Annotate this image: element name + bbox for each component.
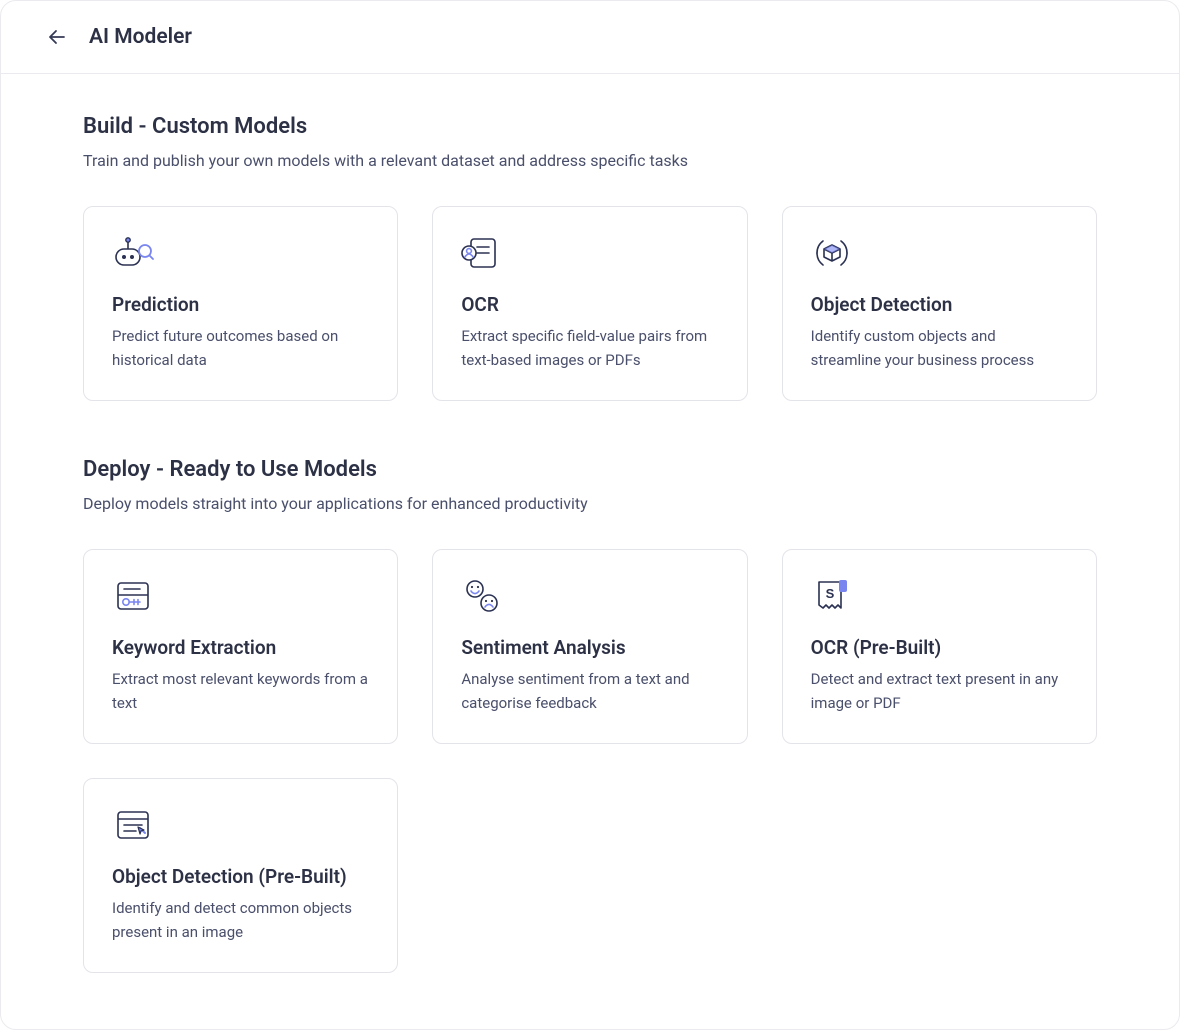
keyword-extraction-icon: [112, 576, 156, 620]
object-detection-icon: [811, 233, 855, 277]
section-build-subtitle: Train and publish your own models with a…: [83, 151, 1097, 170]
card-sentiment-analysis-desc: Analyse sentiment from a text and catego…: [461, 667, 718, 715]
page-container: AI Modeler Build - Custom Models Train a…: [0, 0, 1180, 1030]
section-deploy-title: Deploy - Ready to Use Models: [83, 457, 1097, 482]
prediction-icon: [112, 233, 156, 277]
card-prediction-title: Prediction: [112, 293, 369, 316]
card-prediction[interactable]: Prediction Predict future outcomes based…: [83, 206, 398, 401]
card-keyword-extraction-desc: Extract most relevant keywords from a te…: [112, 667, 369, 715]
arrow-left-icon: [45, 25, 69, 49]
card-object-detection-title: Object Detection: [811, 293, 1068, 316]
card-ocr-prebuilt-desc: Detect and extract text present in any i…: [811, 667, 1068, 715]
card-keyword-extraction[interactable]: Keyword Extraction Extract most relevant…: [83, 549, 398, 744]
card-object-detection-prebuilt-title: Object Detection (Pre-Built): [112, 865, 369, 888]
section-deploy: Deploy - Ready to Use Models Deploy mode…: [83, 457, 1097, 973]
card-prediction-desc: Predict future outcomes based on histori…: [112, 324, 369, 372]
ocr-prebuilt-icon: S: [811, 576, 855, 620]
ocr-icon: [461, 233, 505, 277]
section-build: Build - Custom Models Train and publish …: [83, 114, 1097, 401]
svg-text:S: S: [825, 586, 834, 601]
section-build-title: Build - Custom Models: [83, 114, 1097, 139]
card-object-detection-desc: Identify custom objects and streamline y…: [811, 324, 1068, 372]
card-ocr[interactable]: OCR Extract specific field-value pairs f…: [432, 206, 747, 401]
card-ocr-desc: Extract specific field-value pairs from …: [461, 324, 718, 372]
card-object-detection-prebuilt[interactable]: Object Detection (Pre-Built) Identify an…: [83, 778, 398, 973]
card-object-detection[interactable]: Object Detection Identify custom objects…: [782, 206, 1097, 401]
card-ocr-prebuilt[interactable]: S OCR (Pre-Built) Detect and extract tex…: [782, 549, 1097, 744]
card-keyword-extraction-title: Keyword Extraction: [112, 636, 369, 659]
page-title: AI Modeler: [89, 25, 192, 49]
card-ocr-title: OCR: [461, 293, 718, 316]
deploy-cards-grid: Keyword Extraction Extract most relevant…: [83, 549, 1097, 973]
section-deploy-subtitle: Deploy models straight into your applica…: [83, 494, 1097, 513]
build-cards-grid: Prediction Predict future outcomes based…: [83, 206, 1097, 401]
back-button[interactable]: [45, 25, 69, 49]
card-sentiment-analysis-title: Sentiment Analysis: [461, 636, 718, 659]
header: AI Modeler: [1, 1, 1179, 74]
object-detection-prebuilt-icon: [112, 805, 156, 849]
card-object-detection-prebuilt-desc: Identify and detect common objects prese…: [112, 896, 369, 944]
content: Build - Custom Models Train and publish …: [1, 74, 1179, 1030]
sentiment-icon: [461, 576, 505, 620]
card-sentiment-analysis[interactable]: Sentiment Analysis Analyse sentiment fro…: [432, 549, 747, 744]
card-ocr-prebuilt-title: OCR (Pre-Built): [811, 636, 1068, 659]
